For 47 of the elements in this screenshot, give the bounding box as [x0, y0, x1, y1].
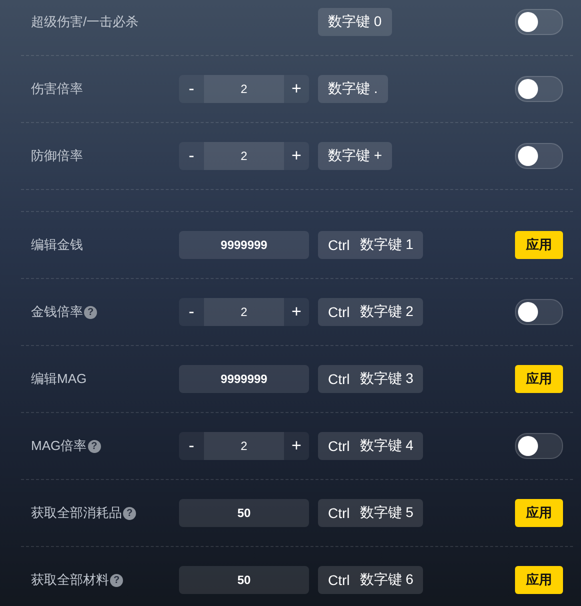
setting-label: 超级伤害/一击必杀: [31, 13, 139, 31]
minus-button[interactable]: -: [179, 75, 204, 103]
number-field[interactable]: 2: [204, 142, 284, 170]
setting-label: 获取全部材料: [31, 571, 109, 589]
toggle-switch[interactable]: [515, 143, 563, 169]
input-field[interactable]: 9999999: [179, 231, 309, 259]
plus-button[interactable]: +: [284, 142, 309, 170]
setting-label: 防御倍率: [31, 147, 83, 165]
help-icon[interactable]: ?: [123, 506, 136, 520]
minus-button[interactable]: -: [179, 432, 204, 460]
toggle-switch[interactable]: [515, 9, 563, 35]
apply-button[interactable]: 应用: [515, 231, 563, 259]
setting-label: 编辑MAG: [31, 370, 87, 388]
setting-label: 编辑金钱: [31, 236, 83, 254]
input-field[interactable]: 9999999: [179, 365, 309, 393]
minus-button[interactable]: -: [179, 298, 204, 326]
apply-button[interactable]: 应用: [515, 566, 563, 594]
plus-button[interactable]: +: [284, 75, 309, 103]
toggle-switch[interactable]: [515, 433, 563, 459]
input-field[interactable]: 50: [179, 566, 309, 594]
setting-label: 获取全部消耗品: [31, 504, 122, 522]
number-field[interactable]: 2: [204, 432, 284, 460]
setting-label: MAG倍率: [31, 437, 87, 455]
toggle-switch[interactable]: [515, 299, 563, 325]
hotkey-button[interactable]: Ctrl 数字键 6: [318, 566, 424, 594]
number-field[interactable]: 2: [204, 75, 284, 103]
hotkey-button[interactable]: 数字键 +: [318, 142, 392, 170]
help-icon[interactable]: ?: [88, 440, 101, 452]
plus-button[interactable]: +: [284, 298, 309, 326]
minus-button[interactable]: -: [179, 142, 204, 170]
toggle-switch[interactable]: [515, 76, 563, 102]
help-icon[interactable]: ?: [110, 574, 123, 586]
hotkey-button[interactable]: Ctrl 数字键 3: [318, 365, 424, 393]
setting-label: 伤害倍率: [31, 80, 83, 98]
apply-button[interactable]: 应用: [515, 365, 563, 393]
apply-button[interactable]: 应用: [515, 499, 563, 527]
hotkey-button[interactable]: 数字键 0: [318, 8, 392, 36]
help-icon[interactable]: ?: [84, 306, 97, 318]
setting-label: 金钱倍率: [31, 303, 83, 321]
hotkey-button[interactable]: Ctrl 数字键 1: [318, 231, 424, 259]
plus-button[interactable]: +: [284, 432, 309, 460]
number-field[interactable]: 2: [204, 298, 284, 326]
hotkey-button[interactable]: Ctrl 数字键 2: [318, 298, 424, 326]
hotkey-button[interactable]: 数字键 .: [318, 75, 388, 103]
input-field[interactable]: 50: [179, 499, 309, 527]
hotkey-button[interactable]: Ctrl 数字键 5: [318, 499, 424, 527]
hotkey-button[interactable]: Ctrl 数字键 4: [318, 432, 424, 460]
